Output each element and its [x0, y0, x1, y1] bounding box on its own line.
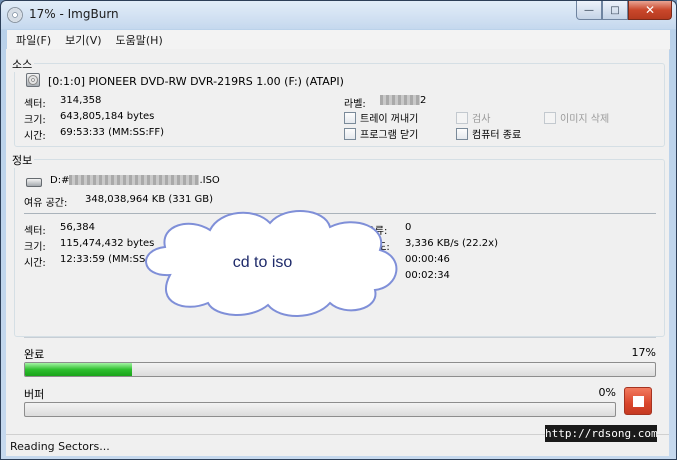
- cloud-callout-text: cd to iso: [232, 253, 293, 271]
- verify-checkbox[interactable]: 검사: [456, 110, 490, 125]
- source-size-value: 643,805,184 bytes: [60, 111, 155, 122]
- maximize-button[interactable]: □: [602, 1, 628, 20]
- destination-path[interactable]: D:# .ISO: [50, 175, 220, 186]
- eject-tray-checkbox[interactable]: 트레이 꺼내기: [344, 110, 418, 125]
- window-title: 17% - ImgBurn: [29, 7, 119, 21]
- title-bar[interactable]: 17% - ImgBurn — □ ✕: [1, 1, 676, 29]
- disc-label-value: 2: [380, 95, 426, 106]
- info-sectors-value: 56,384: [60, 222, 95, 233]
- source-drive-name[interactable]: [0:1:0] PIONEER DVD-RW DVR-219RS 1.00 (F…: [48, 75, 344, 88]
- source-size-label: 크기:: [24, 115, 46, 126]
- source-group-title: 소스: [10, 56, 35, 72]
- menu-file[interactable]: 파일(F): [9, 30, 58, 50]
- free-space-value: 348,038,964 KB (331 GB): [85, 194, 214, 205]
- read-errors-value: 0: [405, 222, 412, 233]
- source-time-label: 시간:: [24, 131, 46, 142]
- source-sectors-value: 314,358: [60, 95, 102, 106]
- remaining-time-value: 00:02:34: [405, 270, 450, 281]
- buffer-label: 버퍼: [24, 388, 45, 401]
- info-group-title: 정보: [10, 152, 35, 168]
- minimize-button[interactable]: —: [576, 1, 602, 20]
- caption-buttons: — □ ✕: [576, 1, 672, 21]
- close-button[interactable]: ✕: [628, 1, 672, 20]
- source-time-value: 69:53:33 (MM:SS:FF): [60, 127, 165, 138]
- buffer-percent: 0%: [598, 386, 616, 399]
- elapsed-time-value: 00:00:46: [405, 254, 450, 265]
- redacted-text: [69, 175, 200, 185]
- menu-bar: 파일(F) 보기(V) 도움말(H): [7, 30, 670, 50]
- buffer-progress-bar: [24, 402, 616, 417]
- complete-label: 완료: [24, 348, 45, 361]
- menu-help[interactable]: 도움말(H): [109, 30, 170, 50]
- hard-drive-icon: [26, 178, 42, 187]
- info-size-label: 크기:: [24, 242, 46, 253]
- delete-image-checkbox[interactable]: 이미지 삭제: [544, 110, 609, 125]
- menu-view[interactable]: 보기(V): [58, 30, 108, 50]
- shutdown-computer-checkbox[interactable]: 컴퓨터 종료: [456, 126, 521, 141]
- speed-value: 3,336 KB/s (22.2x): [405, 238, 498, 249]
- imgburn-app-icon: [7, 7, 23, 23]
- stop-button[interactable]: [624, 387, 652, 415]
- info-time-label: 시간:: [24, 258, 46, 269]
- progress-separator: [24, 337, 656, 338]
- status-text: Reading Sectors...: [10, 440, 110, 453]
- close-program-checkbox[interactable]: 프로그램 닫기: [344, 126, 418, 141]
- disc-label-label: 라벨:: [344, 99, 366, 110]
- complete-percent: 17%: [631, 346, 656, 359]
- complete-progress-fill: [25, 363, 133, 376]
- optical-drive-icon: [26, 73, 40, 87]
- complete-progress-bar: [24, 362, 656, 377]
- stop-icon: [632, 395, 644, 407]
- watermark-url: http://rdsong.com: [545, 425, 658, 442]
- info-sectors-label: 섹터:: [24, 226, 46, 237]
- free-space-label: 여유 공간:: [24, 198, 68, 209]
- redacted-text: [380, 95, 420, 105]
- source-sectors-label: 섹터:: [24, 99, 46, 110]
